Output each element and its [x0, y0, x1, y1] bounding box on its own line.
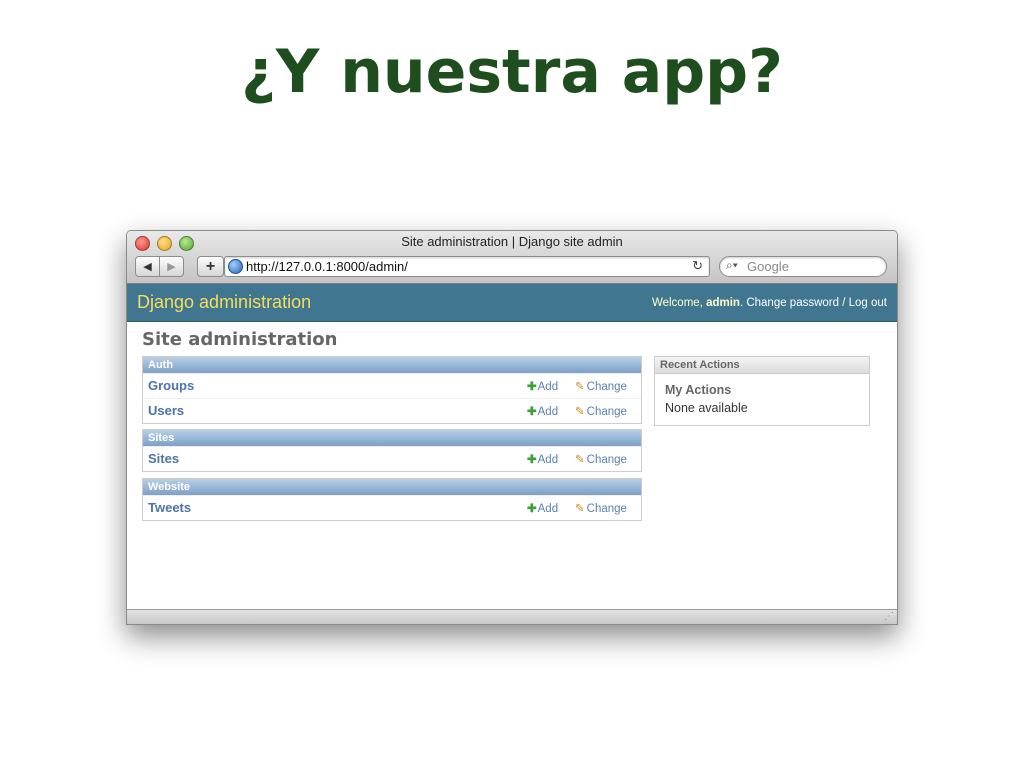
welcome-text: Welcome,	[651, 297, 707, 309]
back-button[interactable]: ◀	[136, 257, 159, 276]
change-users-link[interactable]: ✎ Change	[575, 404, 627, 418]
site-branding[interactable]: Django administration	[137, 292, 311, 313]
module-caption[interactable]: Website	[143, 479, 641, 495]
no-actions-text: None available	[665, 401, 748, 415]
new-tab-button[interactable]: +	[197, 256, 224, 277]
search-icon[interactable]: ⌕▾	[726, 258, 738, 273]
recent-actions-panel: Recent Actions My Actions None available	[654, 356, 870, 426]
user-tools: Welcome, admin. Change password / Log ou…	[652, 297, 887, 309]
user-tools-separator: /	[839, 297, 849, 309]
forward-arrow-icon: ▶	[167, 261, 176, 273]
pencil-icon: ✎	[575, 454, 585, 466]
plus-icon: +	[205, 258, 216, 275]
model-link-users[interactable]: Users	[148, 403, 184, 418]
add-groups-link[interactable]: ✚Add	[527, 379, 558, 393]
change-tweets-link[interactable]: ✎ Change	[575, 501, 627, 515]
pencil-icon: ✎	[575, 381, 585, 393]
add-icon: ✚	[527, 406, 537, 418]
model-link-tweets[interactable]: Tweets	[148, 500, 191, 515]
page-content: Django administration Welcome, admin. Ch…	[127, 284, 897, 609]
model-row-groups: Groups ✚Add ✎ Change	[143, 373, 641, 398]
address-bar[interactable]: http://127.0.0.1:8000/admin/ ↻	[224, 256, 710, 277]
model-link-groups[interactable]: Groups	[148, 378, 194, 393]
model-link-sites[interactable]: Sites	[148, 451, 179, 466]
change-password-link[interactable]: Change password	[746, 297, 839, 309]
add-icon: ✚	[527, 503, 537, 515]
change-label: Change	[586, 381, 627, 393]
add-icon: ✚	[527, 381, 537, 393]
change-label: Change	[586, 406, 627, 418]
pencil-icon: ✎	[575, 503, 585, 515]
page-title: Site administration	[142, 329, 338, 350]
url-text[interactable]: http://127.0.0.1:8000/admin/	[246, 259, 408, 274]
change-sites-link[interactable]: ✎ Change	[575, 452, 627, 466]
my-actions-heading: My Actions	[665, 383, 732, 397]
add-icon: ✚	[527, 454, 537, 466]
add-users-link[interactable]: ✚Add	[527, 404, 558, 418]
app-module-website: Website Tweets ✚Add ✎ Change	[142, 478, 642, 521]
browser-toolbar: Site administration | Django site admin …	[127, 231, 897, 284]
module-caption[interactable]: Auth	[143, 357, 641, 373]
add-label: Add	[537, 454, 559, 466]
search-field[interactable]: ⌕▾ Google	[719, 256, 887, 277]
search-placeholder: Google	[747, 259, 789, 274]
add-label: Add	[537, 503, 559, 515]
back-arrow-icon: ◀	[143, 261, 152, 273]
window-title: Site administration | Django site admin	[401, 234, 623, 249]
change-label: Change	[586, 503, 627, 515]
globe-icon	[228, 259, 243, 274]
browser-window: Site administration | Django site admin …	[126, 230, 898, 625]
add-label: Add	[537, 406, 559, 418]
logout-link[interactable]: Log out	[849, 297, 887, 309]
model-row-users: Users ✚Add ✎ Change	[143, 398, 641, 423]
change-groups-link[interactable]: ✎ Change	[575, 379, 627, 393]
recent-actions-caption: Recent Actions	[655, 357, 869, 374]
forward-button[interactable]: ▶	[159, 257, 183, 276]
slide-title: ¿Y nuestra app?	[241, 37, 783, 107]
add-label: Add	[537, 381, 559, 393]
resize-grip-icon[interactable]: ⋰	[884, 611, 894, 622]
admin-header: Django administration Welcome, admin. Ch…	[127, 284, 897, 322]
status-bar: ⋰	[127, 609, 897, 624]
username: admin	[706, 297, 740, 309]
module-caption[interactable]: Sites	[143, 430, 641, 446]
model-row-sites: Sites ✚Add ✎ Change	[143, 446, 641, 471]
reload-icon[interactable]: ↻	[692, 258, 703, 274]
add-tweets-link[interactable]: ✚Add	[527, 501, 558, 515]
app-module-sites: Sites Sites ✚Add ✎ Change	[142, 429, 642, 472]
model-row-tweets: Tweets ✚Add ✎ Change	[143, 495, 641, 520]
pencil-icon: ✎	[575, 406, 585, 418]
app-module-auth: Auth Groups ✚Add ✎ Change Users ✚Add ✎ Cha…	[142, 356, 642, 424]
change-label: Change	[586, 454, 627, 466]
history-buttons: ◀ ▶	[135, 256, 184, 277]
add-sites-link[interactable]: ✚Add	[527, 452, 558, 466]
